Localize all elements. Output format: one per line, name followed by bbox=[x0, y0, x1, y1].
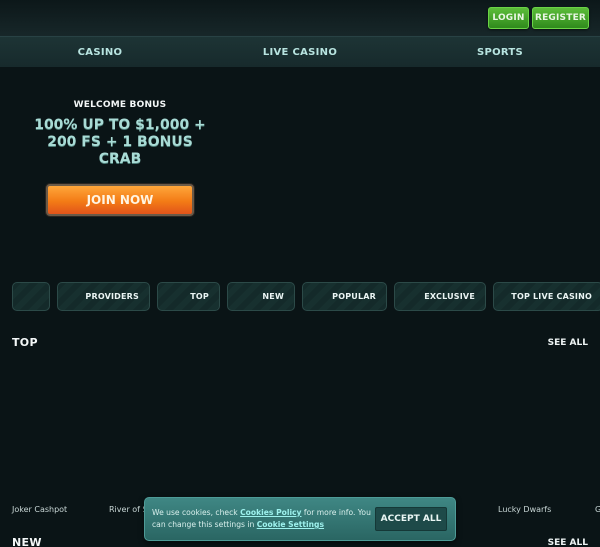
category-tab-popular[interactable]: POPULAR bbox=[302, 282, 387, 311]
bonus-line-2: 200 FS + 1 BONUS bbox=[47, 134, 193, 150]
game-title[interactable]: Lucky Dwarfs bbox=[498, 505, 551, 514]
auth-buttons: LOGIN REGISTER bbox=[488, 7, 589, 29]
join-now-button[interactable]: JOIN NOW bbox=[46, 184, 194, 216]
section-title-new: NEW bbox=[12, 536, 42, 547]
bonus-line-3: CRAB bbox=[98, 151, 142, 167]
casino-page: LOGIN REGISTER CASINO LIVE CASINO SPORTS… bbox=[0, 0, 600, 547]
category-tab-search[interactable] bbox=[12, 282, 50, 311]
nav-casino[interactable]: CASINO bbox=[0, 37, 200, 67]
main-nav: CASINO LIVE CASINO SPORTS bbox=[0, 36, 600, 67]
category-tab-exclusive[interactable]: EXCLUSIVE bbox=[394, 282, 486, 311]
welcome-bonus-banner: WELCOME BONUS 100% UP TO $1,000 + 200 FS… bbox=[30, 100, 210, 168]
see-all-top-link[interactable]: SEE ALL bbox=[548, 338, 588, 348]
welcome-bonus-label: WELCOME BONUS bbox=[73, 100, 167, 110]
bonus-line-1: 100% UP TO $1,000 + bbox=[34, 117, 206, 133]
bonus-offer-text: 100% UP TO $1,000 + 200 FS + 1 BONUS CRA… bbox=[30, 117, 210, 168]
top-bar: LOGIN REGISTER bbox=[0, 0, 600, 36]
category-tab-top-live-casino[interactable]: TOP LIVE CASINO bbox=[493, 282, 600, 311]
category-tab-new[interactable]: NEW bbox=[227, 282, 295, 311]
game-title[interactable]: Joker Cashpot bbox=[12, 505, 67, 514]
category-tab-top[interactable]: TOP bbox=[157, 282, 220, 311]
category-tab-providers[interactable]: PROVIDERS bbox=[57, 282, 150, 311]
cookie-message: We use cookies, check Cookies Policy for… bbox=[152, 507, 372, 531]
see-all-new-link[interactable]: SEE ALL bbox=[548, 538, 588, 547]
cookies-policy-link[interactable]: Cookies Policy bbox=[240, 508, 301, 517]
cookie-settings-link[interactable]: Cookie Settings bbox=[257, 520, 324, 529]
login-button[interactable]: LOGIN bbox=[488, 7, 529, 29]
register-button[interactable]: REGISTER bbox=[532, 7, 589, 29]
accept-all-button[interactable]: ACCEPT ALL bbox=[375, 507, 447, 531]
section-title-top: TOP bbox=[12, 336, 38, 349]
category-tabs: PROVIDERS TOP NEW POPULAR EXCLUSIVE TOP … bbox=[12, 282, 600, 311]
cookie-text-part-1: We use cookies, check bbox=[152, 508, 241, 517]
cookie-banner: We use cookies, check Cookies Policy for… bbox=[144, 497, 456, 541]
nav-sports[interactable]: SPORTS bbox=[400, 37, 600, 67]
nav-live-casino[interactable]: LIVE CASINO bbox=[200, 37, 400, 67]
game-title[interactable]: G bbox=[595, 505, 600, 514]
